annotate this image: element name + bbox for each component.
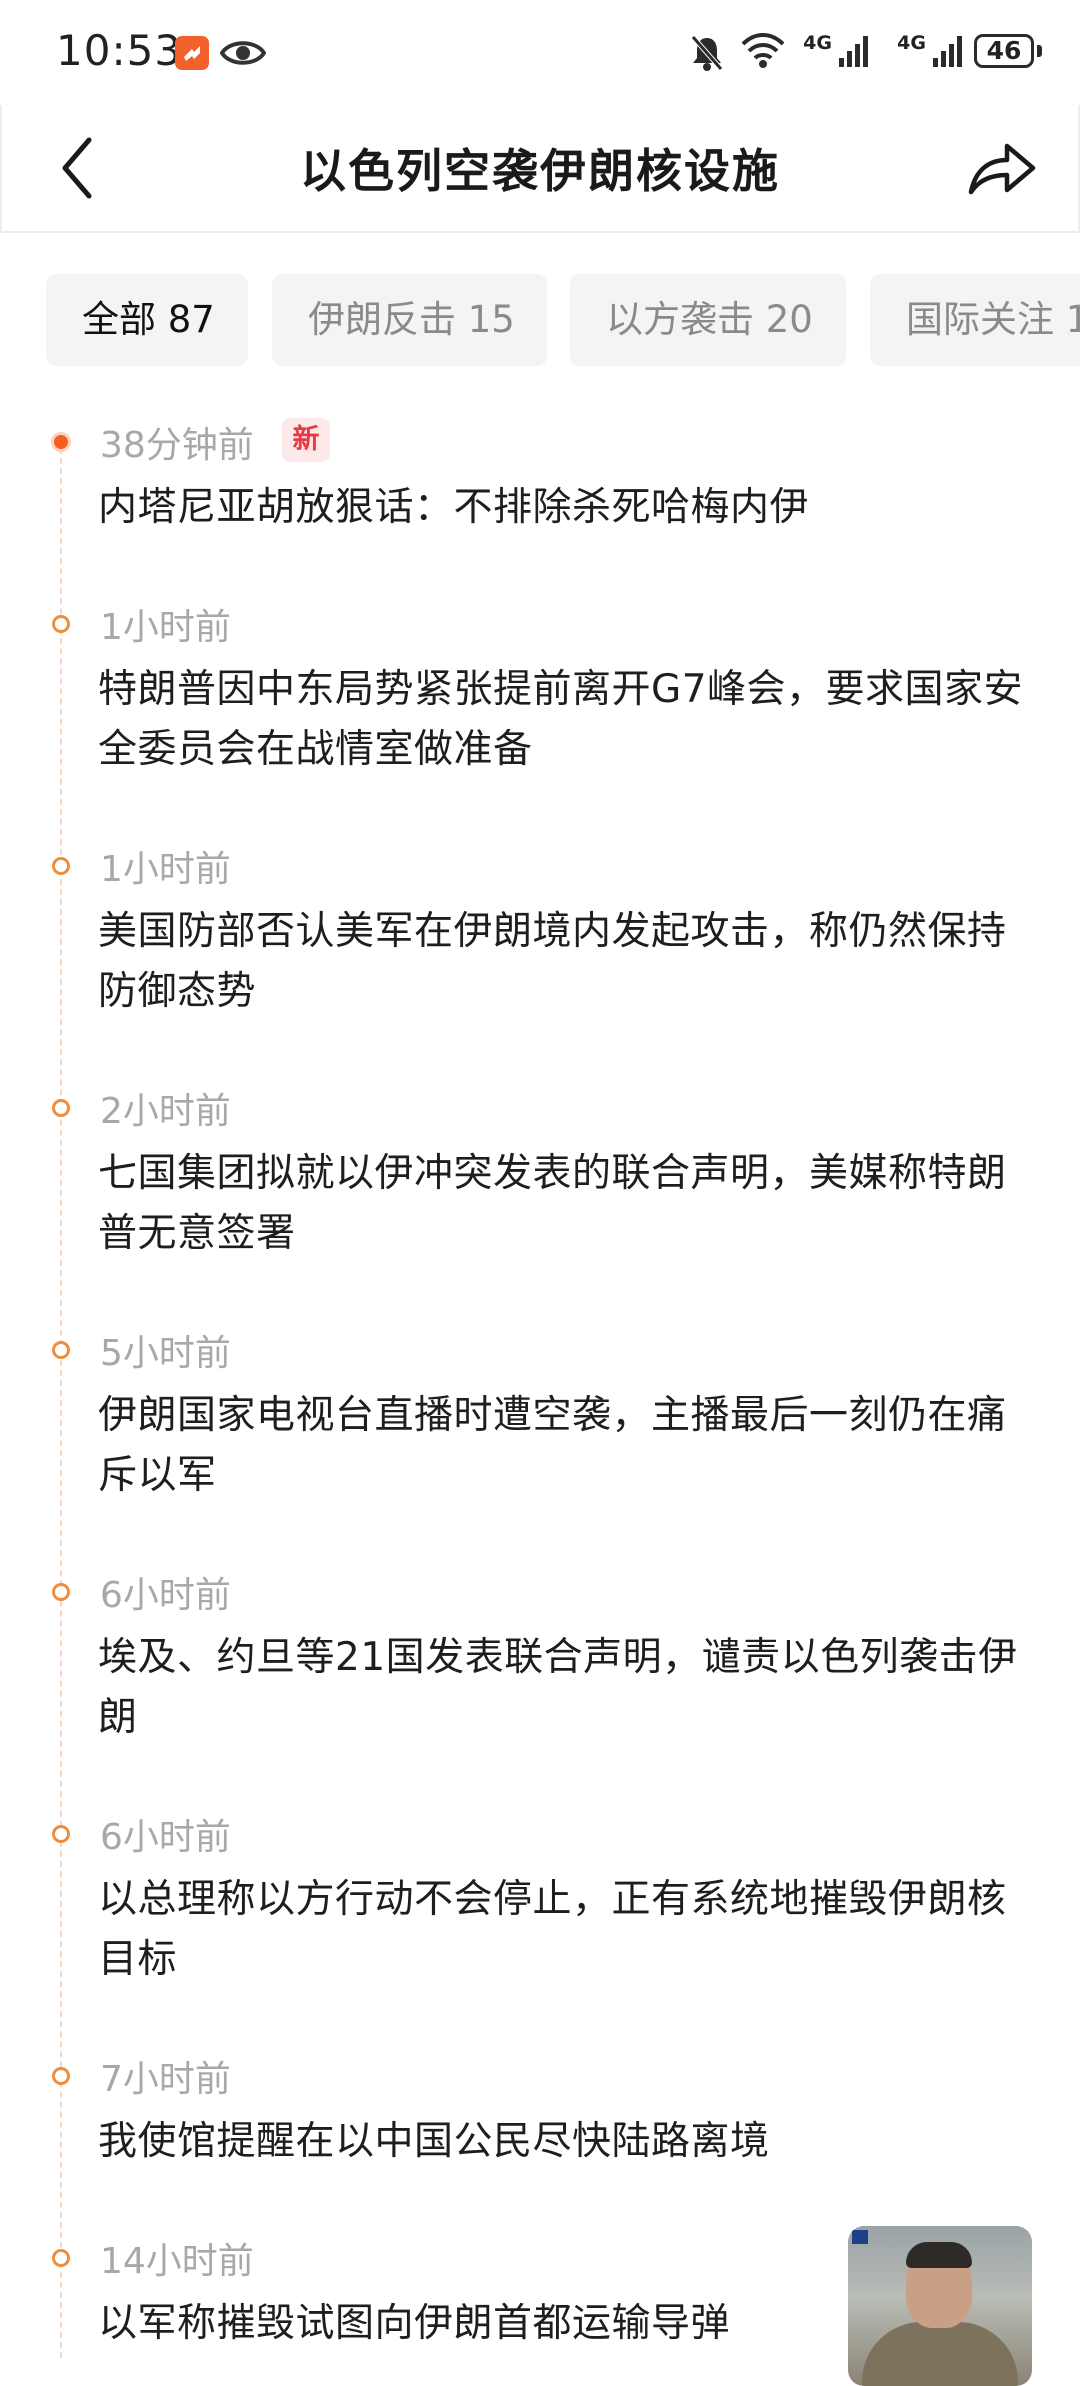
share-button[interactable] [964, 133, 1040, 203]
tab-iran-counterattack[interactable]: 伊朗反击 15 [272, 274, 547, 366]
timeline-headline[interactable]: 美国防部否认美军在伊朗境内发起攻击，称仍然保持防御态势 [98, 902, 1028, 1022]
eye-icon [219, 36, 267, 74]
news-thumbnail[interactable] [848, 2226, 1032, 2386]
timeline-headline[interactable]: 埃及、约旦等21国发表联合声明，谴责以色列袭击伊朗 [98, 1628, 1028, 1748]
timeline-dot [52, 1825, 70, 1843]
tab-international-attention[interactable]: 国际关注 1 [870, 274, 1080, 366]
timeline-dot [52, 2249, 70, 2267]
timeline-headline[interactable]: 以军称摧毁试图向伊朗首都运输导弹 [98, 2294, 798, 2354]
timeline-headline[interactable]: 我使馆提醒在以中国公民尽快陆路离境 [98, 2112, 1028, 2172]
network-type-1: 4G [803, 32, 832, 54]
timeline-headline[interactable]: 伊朗国家电视台直播时遭空袭，主播最后一刻仍在痛斥以军 [98, 1386, 1028, 1506]
wifi-icon [740, 32, 786, 74]
timeline-dot [52, 615, 70, 633]
timeline-headline[interactable]: 以总理称以方行动不会停止，正有系统地摧毁伊朗核目标 [98, 1870, 1028, 1990]
timeline-dot [52, 1099, 70, 1117]
tab-all[interactable]: 全部 87 [46, 274, 248, 366]
signal-icon [838, 34, 872, 72]
header: 以色列空袭伊朗核设施 [0, 105, 1080, 233]
timeline: 38分钟前 新 内塔尼亚胡放狠话：不排除杀死哈梅内伊 1小时前 特朗普因中东局势… [0, 400, 1080, 2358]
page-title: 以色列空袭伊朗核设施 [300, 144, 780, 198]
network-type-2: 4G [897, 32, 926, 54]
status-time: 10:53 [56, 26, 183, 75]
timeline-time: 5小时前 [100, 1333, 231, 1374]
thumbnail-figure-hair [906, 2242, 972, 2268]
tab-israel-attack[interactable]: 以方袭击 20 [570, 274, 846, 366]
signal-icon [932, 34, 966, 72]
timeline-time: 7小时前 [100, 2059, 231, 2100]
battery-icon: 46 [974, 34, 1042, 68]
timeline-time: 14小时前 [100, 2241, 254, 2282]
timeline-time: 1小时前 [100, 607, 231, 648]
timeline-dot [51, 432, 71, 452]
timeline-headline[interactable]: 特朗普因中东局势紧张提前离开G7峰会，要求国家安全委员会在战情室做准备 [98, 660, 1028, 780]
battery-level: 46 [986, 36, 1022, 65]
timeline-time: 6小时前 [100, 1817, 231, 1858]
timeline-time: 1小时前 [100, 849, 231, 890]
timeline-time: 6小时前 [100, 1575, 231, 1616]
status-bar: 10:53 4G 4G 46 [0, 0, 1080, 105]
new-badge: 新 [282, 418, 330, 462]
timeline-time: 38分钟前 [100, 425, 254, 466]
timeline-dot [52, 2067, 70, 2085]
app-badge-icon [175, 36, 209, 70]
timeline-headline[interactable]: 内塔尼亚胡放狠话：不排除杀死哈梅内伊 [98, 478, 1028, 538]
thumbnail-flag-icon [852, 2230, 868, 2244]
timeline-dot [52, 1583, 70, 1601]
bell-off-icon [690, 34, 724, 76]
filter-tabs: 全部 87 伊朗反击 15 以方袭击 20 国际关注 1 [46, 274, 1080, 366]
share-arrow-icon [968, 143, 1036, 195]
timeline-dot [52, 857, 70, 875]
timeline-dot [52, 1341, 70, 1359]
thumbnail-figure-body [862, 2322, 1018, 2386]
timeline-headline[interactable]: 七国集团拟就以伊冲突发表的联合声明，美媒称特朗普无意签署 [98, 1144, 1028, 1264]
timeline-time: 2小时前 [100, 1091, 231, 1132]
